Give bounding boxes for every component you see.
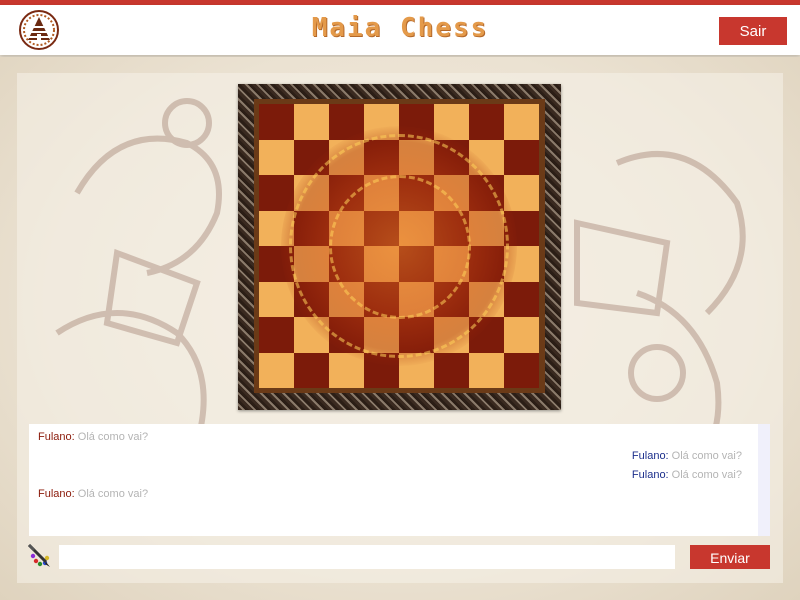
board-square[interactable] [329, 246, 364, 282]
chat-message-input[interactable] [59, 545, 675, 569]
message-text: Olá como vai? [668, 469, 742, 481]
board-square[interactable] [364, 352, 399, 388]
board-square[interactable] [259, 139, 294, 175]
header-bar: Maia Chess Sair [0, 5, 800, 55]
board-square[interactable] [329, 175, 364, 211]
board-square[interactable] [504, 317, 539, 353]
chat-message: Fulano: Olá como vai? [632, 469, 742, 481]
board-square[interactable] [364, 104, 399, 140]
message-sender: Fulano: [38, 488, 75, 500]
chat-log[interactable]: Fulano: Olá como vai? Fulano: Olá como v… [29, 424, 770, 536]
board-square[interactable] [504, 246, 539, 282]
board-square[interactable] [504, 139, 539, 175]
board-square[interactable] [399, 352, 434, 388]
board-square[interactable] [329, 281, 364, 317]
board-square[interactable] [434, 139, 469, 175]
board-square[interactable] [259, 246, 294, 282]
board-square[interactable] [469, 104, 504, 140]
board-square[interactable] [399, 175, 434, 211]
board-square[interactable] [434, 246, 469, 282]
chat-message: Fulano: Olá como vai? [38, 488, 148, 500]
board-square[interactable] [259, 104, 294, 140]
board-square[interactable] [259, 352, 294, 388]
board-square[interactable] [399, 317, 434, 353]
message-text: Olá como vai? [74, 488, 149, 500]
board-square[interactable] [399, 246, 434, 282]
board-square[interactable] [469, 175, 504, 211]
board-square[interactable] [504, 104, 539, 140]
board-square[interactable] [364, 317, 399, 353]
board-square[interactable] [364, 139, 399, 175]
board-square[interactable] [294, 317, 329, 353]
logout-button[interactable]: Sair [719, 17, 787, 45]
chess-board[interactable] [259, 104, 539, 388]
app-title: Maia Chess [311, 13, 489, 43]
board-square[interactable] [329, 139, 364, 175]
board-square[interactable] [469, 246, 504, 282]
pencil-palette-icon[interactable] [26, 542, 54, 570]
message-text: Olá como vai? [74, 431, 149, 443]
board-square[interactable] [259, 210, 294, 246]
board-square[interactable] [294, 175, 329, 211]
board-square[interactable] [364, 281, 399, 317]
board-square[interactable] [469, 139, 504, 175]
board-square[interactable] [364, 210, 399, 246]
board-square[interactable] [294, 246, 329, 282]
board-square[interactable] [399, 281, 434, 317]
chat-message: Fulano: Olá como vai? [632, 450, 742, 462]
chat-message: Fulano: Olá como vai? [38, 431, 148, 443]
board-square[interactable] [294, 352, 329, 388]
board-square[interactable] [504, 352, 539, 388]
board-square[interactable] [434, 104, 469, 140]
board-square[interactable] [434, 352, 469, 388]
board-square[interactable] [469, 281, 504, 317]
board-square[interactable] [364, 175, 399, 211]
board-square[interactable] [434, 175, 469, 211]
board-square[interactable] [294, 104, 329, 140]
board-square[interactable] [294, 281, 329, 317]
board-square[interactable] [259, 317, 294, 353]
board-square[interactable] [329, 210, 364, 246]
board-square[interactable] [259, 175, 294, 211]
board-square[interactable] [434, 281, 469, 317]
message-sender: Fulano: [631, 469, 669, 481]
board-square[interactable] [504, 175, 539, 211]
message-sender: Fulano: [631, 450, 669, 462]
board-square[interactable] [399, 210, 434, 246]
board-square[interactable] [469, 352, 504, 388]
board-square[interactable] [469, 210, 504, 246]
board-square[interactable] [504, 210, 539, 246]
board-square[interactable] [294, 210, 329, 246]
board-square[interactable] [469, 317, 504, 353]
board-square[interactable] [294, 139, 329, 175]
chat-scrollbar[interactable] [758, 424, 770, 536]
message-sender: Fulano: [38, 431, 75, 443]
board-square[interactable] [399, 139, 434, 175]
board-square[interactable] [399, 104, 434, 140]
send-button[interactable]: Enviar [690, 545, 770, 569]
message-text: Olá como vai? [668, 450, 742, 462]
board-square[interactable] [364, 246, 399, 282]
board-square[interactable] [329, 317, 364, 353]
board-square[interactable] [434, 317, 469, 353]
board-square[interactable] [259, 281, 294, 317]
board-square[interactable] [434, 210, 469, 246]
board-square[interactable] [329, 352, 364, 388]
board-square[interactable] [329, 104, 364, 140]
board-square[interactable] [504, 281, 539, 317]
